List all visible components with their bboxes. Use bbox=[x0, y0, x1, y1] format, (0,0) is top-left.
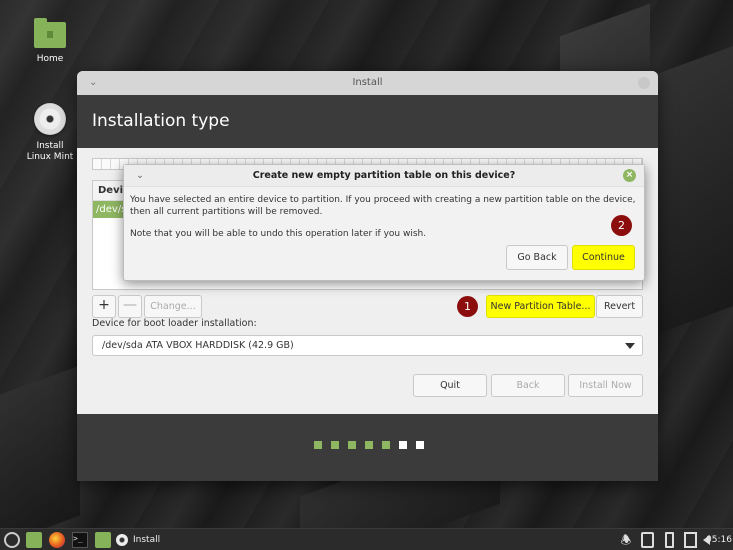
desktop-icon-install-linux-mint[interactable]: Install Linux Mint bbox=[20, 103, 80, 163]
progress-step-done bbox=[331, 441, 339, 449]
mint-menu-icon[interactable] bbox=[4, 532, 20, 548]
remove-partition-button[interactable]: — bbox=[118, 295, 142, 318]
notifications-icon[interactable]: 🕭 bbox=[618, 532, 634, 548]
back-button[interactable]: Back bbox=[491, 374, 565, 397]
step-marker-1: 1 bbox=[457, 296, 478, 317]
chevron-down-icon[interactable]: ⌄ bbox=[89, 71, 97, 95]
folder-home-icon bbox=[34, 18, 66, 48]
files-icon[interactable] bbox=[95, 532, 111, 548]
window-titlebar[interactable]: ⌄ Install bbox=[77, 71, 658, 95]
progress-step-done bbox=[365, 441, 373, 449]
show-desktop-icon[interactable] bbox=[26, 532, 42, 548]
terminal-icon[interactable]: >_ bbox=[72, 532, 88, 548]
desktop-icon-label: Install Linux Mint bbox=[26, 141, 74, 162]
progress-step-done bbox=[314, 441, 322, 449]
progress-step-pending bbox=[416, 441, 424, 449]
wallpaper-shape bbox=[0, 365, 80, 528]
dropdown-arrow-icon bbox=[625, 343, 635, 349]
page-title: Installation type bbox=[92, 111, 230, 131]
installer-icon[interactable] bbox=[116, 534, 128, 546]
progress-dots bbox=[314, 441, 433, 449]
page-header: Installation type bbox=[77, 95, 658, 148]
boot-loader-label: Device for boot loader installation: bbox=[92, 318, 257, 329]
desktop-icon-label: Home bbox=[36, 54, 64, 64]
boot-loader-value: /dev/sda ATA VBOX HARDDISK (42.9 GB) bbox=[102, 340, 294, 351]
dialog-message: You have selected an entire device to pa… bbox=[130, 195, 636, 217]
go-back-button[interactable]: Go Back bbox=[506, 245, 568, 270]
network-icon[interactable] bbox=[684, 532, 697, 548]
window-title: Install bbox=[352, 77, 383, 88]
progress-step-done bbox=[382, 441, 390, 449]
step-marker-2: 2 bbox=[611, 215, 632, 236]
revert-button[interactable]: Revert bbox=[596, 295, 643, 318]
chevron-down-icon[interactable]: ⌄ bbox=[136, 165, 144, 187]
dialog-titlebar[interactable]: ⌄ Create new empty partition table on th… bbox=[124, 165, 644, 187]
progress-footer bbox=[77, 414, 658, 481]
dialog-close-button[interactable]: × bbox=[623, 169, 636, 182]
desktop-icon-home[interactable]: Home bbox=[20, 18, 80, 65]
new-partition-table-button[interactable]: New Partition Table... bbox=[486, 295, 595, 318]
firefox-icon[interactable] bbox=[49, 532, 65, 548]
confirm-dialog: ⌄ Create new empty partition table on th… bbox=[123, 164, 645, 281]
install-now-button[interactable]: Install Now bbox=[568, 374, 643, 397]
battery-icon[interactable] bbox=[665, 532, 674, 548]
clipboard-icon[interactable] bbox=[641, 532, 654, 548]
dialog-note: Note that you will be able to undo this … bbox=[130, 229, 427, 239]
change-partition-button[interactable]: Change... bbox=[144, 295, 202, 318]
progress-step-done bbox=[348, 441, 356, 449]
taskbar: >_ Install 🕭 05:16 bbox=[0, 528, 733, 550]
quit-button[interactable]: Quit bbox=[413, 374, 487, 397]
disc-icon bbox=[34, 103, 66, 135]
dialog-title: Create new empty partition table on this… bbox=[252, 170, 516, 181]
boot-loader-select[interactable]: /dev/sda ATA VBOX HARDDISK (42.9 GB) bbox=[92, 335, 643, 356]
taskbar-app-label[interactable]: Install bbox=[133, 532, 160, 548]
continue-button[interactable]: Continue bbox=[572, 245, 635, 270]
window-close-button[interactable] bbox=[638, 77, 650, 89]
add-partition-button[interactable]: + bbox=[92, 295, 116, 318]
progress-step-pending bbox=[399, 441, 407, 449]
table-row[interactable]: /dev/s bbox=[93, 201, 126, 218]
clock[interactable]: 05:16 bbox=[706, 532, 732, 548]
